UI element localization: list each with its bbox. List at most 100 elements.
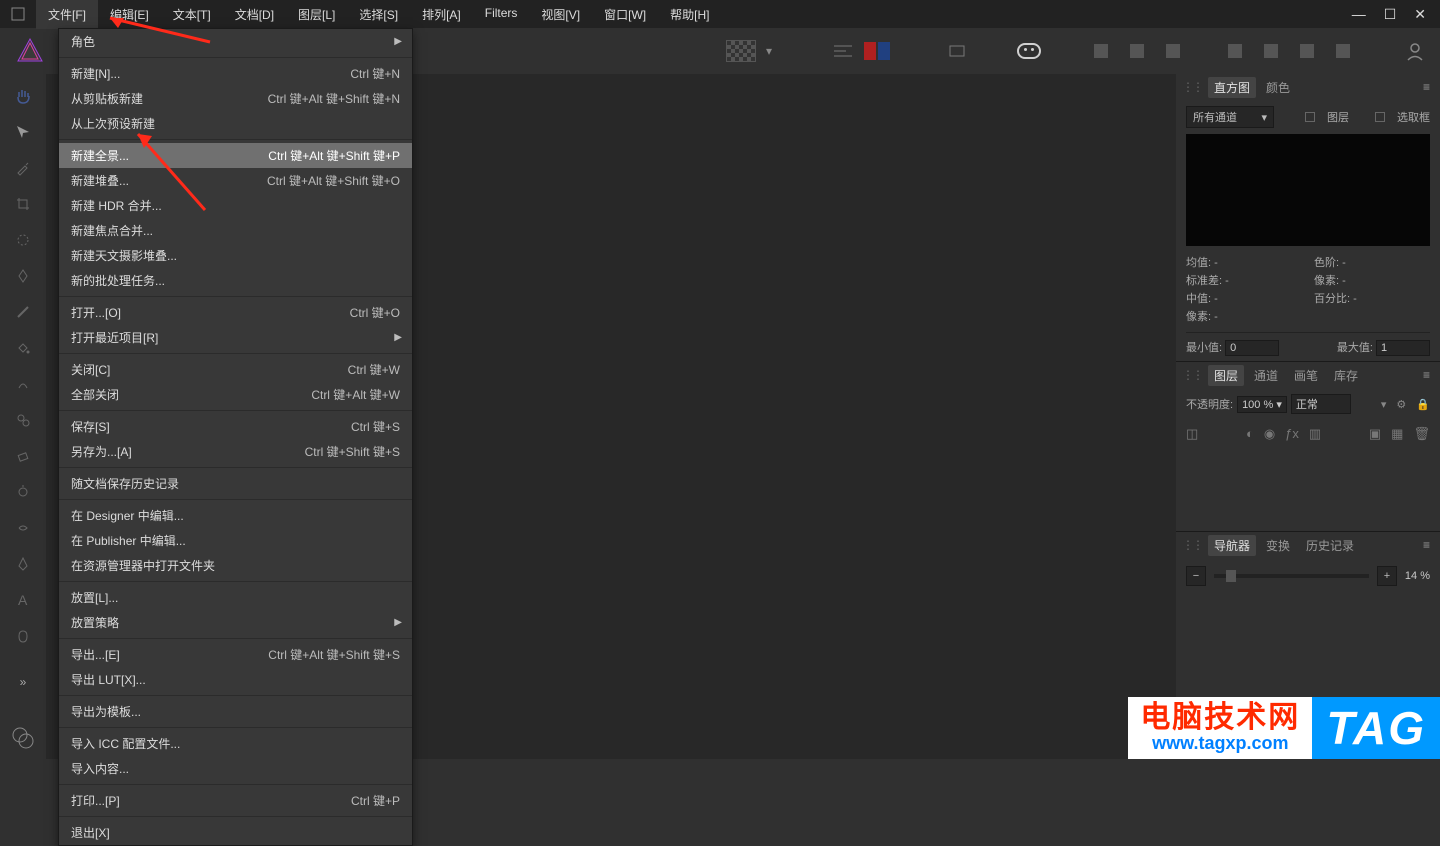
heal-brush-icon[interactable]: [9, 370, 37, 398]
color-pair[interactable]: [864, 42, 890, 60]
menuitem-全部关闭[interactable]: 全部关闭Ctrl 键+Alt 键+W: [59, 382, 412, 407]
menu-选择[interactable]: 选择[S]: [347, 0, 410, 29]
menuitem-从剪贴板新建[interactable]: 从剪贴板新建Ctrl 键+Alt 键+Shift 键+N: [59, 86, 412, 111]
shape-tool-icon[interactable]: [9, 622, 37, 650]
dropdown-caret-icon[interactable]: ▾: [766, 44, 772, 58]
tb-small-6[interactable]: [1292, 36, 1322, 66]
color-selector-icon[interactable]: [9, 724, 37, 752]
menu-文档[interactable]: 文档[D]: [223, 0, 286, 29]
mask-icon[interactable]: ◫: [1186, 426, 1198, 442]
tb-small-2[interactable]: [1122, 36, 1152, 66]
menuitem-新建全景[interactable]: 新建全景...Ctrl 键+Alt 键+Shift 键+P: [59, 143, 412, 168]
menuitem-新的批处理任务[interactable]: 新的批处理任务...: [59, 268, 412, 293]
menuitem-导入内容[interactable]: 导入内容...: [59, 756, 412, 781]
blend-mode-select[interactable]: 正常: [1291, 394, 1351, 414]
tb-small-5[interactable]: [1256, 36, 1286, 66]
snapping-icon[interactable]: [942, 36, 972, 66]
opacity-field[interactable]: 100 % ▾: [1237, 396, 1287, 413]
menuitem-导出e[interactable]: 导出...[E]Ctrl 键+Alt 键+Shift 键+S: [59, 642, 412, 667]
fill-tool-icon[interactable]: [9, 334, 37, 362]
tab-layers[interactable]: 图层: [1208, 365, 1244, 386]
menuitem-随文档保存历史记录[interactable]: 随文档保存历史记录: [59, 471, 412, 496]
channel-select[interactable]: 所有通道▾: [1186, 106, 1274, 128]
menuitem-新建n[interactable]: 新建[N]...Ctrl 键+N: [59, 61, 412, 86]
max-input[interactable]: [1376, 340, 1430, 356]
menuitem-退出x[interactable]: 退出[X]: [59, 820, 412, 845]
menuitem-打开最近项目r[interactable]: 打开最近项目[R]▶: [59, 325, 412, 350]
tab-color[interactable]: 颜色: [1260, 77, 1296, 98]
tab-transform[interactable]: 变换: [1260, 535, 1296, 556]
min-input[interactable]: [1225, 340, 1279, 356]
lock-icon[interactable]: 🔒: [1416, 398, 1430, 411]
panel-menu-icon[interactable]: ≡: [1419, 538, 1434, 552]
tb-small-4[interactable]: [1220, 36, 1250, 66]
caret-icon[interactable]: ▾: [1381, 398, 1387, 411]
menuitem-关闭c[interactable]: 关闭[C]Ctrl 键+W: [59, 357, 412, 382]
menu-视图[interactable]: 视图[V]: [529, 0, 592, 29]
menuitem-放置策略[interactable]: 放置策略▶: [59, 610, 412, 635]
maximize-button[interactable]: ☐: [1384, 6, 1397, 23]
panel-menu-icon[interactable]: ≡: [1419, 368, 1434, 382]
file-menu-dropdown[interactable]: 角色▶ 新建[N]...Ctrl 键+N从剪贴板新建Ctrl 键+Alt 键+Sh…: [58, 28, 413, 846]
menuitem-新建天文摄影堆叠[interactable]: 新建天文摄影堆叠...: [59, 243, 412, 268]
menuitem-新建堆叠[interactable]: 新建堆叠...Ctrl 键+Alt 键+Shift 键+O: [59, 168, 412, 193]
grip-icon[interactable]: ⋮⋮: [1182, 538, 1202, 552]
menuitem-从上次预设新建[interactable]: 从上次预设新建: [59, 111, 412, 136]
dodge-tool-icon[interactable]: [9, 478, 37, 506]
expand-tools-icon[interactable]: »: [9, 668, 37, 696]
panel-menu-icon[interactable]: ≡: [1419, 80, 1434, 94]
menuitem-保存s[interactable]: 保存[S]Ctrl 键+S: [59, 414, 412, 439]
selection-brush-icon[interactable]: [9, 226, 37, 254]
fx-icon[interactable]: ◉: [1264, 426, 1275, 442]
smudge-brush-icon[interactable]: [9, 514, 37, 542]
tab-stock[interactable]: 库存: [1328, 365, 1364, 386]
erase-brush-icon[interactable]: [9, 442, 37, 470]
move-tool-icon[interactable]: [9, 118, 37, 146]
minimize-button[interactable]: —: [1352, 6, 1366, 23]
text-tool-icon[interactable]: A: [9, 586, 37, 614]
crop-tool-icon[interactable]: [9, 190, 37, 218]
flood-select-icon[interactable]: [9, 262, 37, 290]
delete-layer-icon[interactable]: 🗑: [1413, 426, 1430, 442]
menu-filters[interactable]: Filters: [473, 0, 530, 29]
menu-窗口[interactable]: 窗口[W]: [592, 0, 658, 29]
group-icon[interactable]: ▣: [1369, 426, 1381, 442]
menuitem-打开o[interactable]: 打开...[O]Ctrl 键+O: [59, 300, 412, 325]
account-icon[interactable]: [1400, 36, 1430, 66]
menuitem-新建hdr合并[interactable]: 新建 HDR 合并...: [59, 193, 412, 218]
hand-tool-icon[interactable]: [9, 82, 37, 110]
assistant-icon[interactable]: [1014, 36, 1044, 66]
layer-checkbox[interactable]: [1305, 112, 1315, 122]
tb-small-7[interactable]: [1328, 36, 1358, 66]
tab-navigator[interactable]: 导航器: [1208, 535, 1256, 556]
menu-图层[interactable]: 图层[L]: [286, 0, 347, 29]
menuitem-在publisher中编辑[interactable]: 在 Publisher 中编辑...: [59, 528, 412, 553]
menuitem-在资源管理器中打开文件夹[interactable]: 在资源管理器中打开文件夹: [59, 553, 412, 578]
tab-histogram[interactable]: 直方图: [1208, 77, 1256, 98]
tb-small-1[interactable]: [1086, 36, 1116, 66]
menuitem-导出为模板[interactable]: 导出为模板...: [59, 699, 412, 724]
tab-channels[interactable]: 通道: [1248, 365, 1284, 386]
adjust-icon[interactable]: ◐: [1246, 426, 1254, 442]
menuitem-在designer中编辑[interactable]: 在 Designer 中编辑...: [59, 503, 412, 528]
pen-tool-icon[interactable]: [9, 550, 37, 578]
add-layer-icon[interactable]: ▦: [1391, 426, 1403, 442]
menu-帮助[interactable]: 帮助[H]: [658, 0, 721, 29]
menuitem-导入icc配置文件[interactable]: 导入 ICC 配置文件...: [59, 731, 412, 756]
menuitem-导出lutx[interactable]: 导出 LUT[X]...: [59, 667, 412, 692]
grip-icon[interactable]: ⋮⋮: [1182, 80, 1202, 94]
gear-icon[interactable]: ⚙: [1396, 398, 1406, 411]
marquee-checkbox[interactable]: [1375, 112, 1385, 122]
tab-brushes[interactable]: 画笔: [1288, 365, 1324, 386]
zoom-slider[interactable]: [1214, 574, 1369, 578]
menu-文件[interactable]: 文件[F]: [36, 0, 98, 29]
menuitem-放置l[interactable]: 放置[L]...: [59, 585, 412, 610]
zoom-in-button[interactable]: +: [1377, 566, 1397, 586]
grip-icon[interactable]: ⋮⋮: [1182, 368, 1202, 382]
menuitem-打印p[interactable]: 打印...[P]Ctrl 键+P: [59, 788, 412, 813]
menuitem-角色[interactable]: 角色▶: [59, 29, 412, 54]
color-picker-icon[interactable]: [9, 154, 37, 182]
crop-layer-icon[interactable]: ▥: [1309, 426, 1321, 442]
paint-brush-icon[interactable]: [9, 298, 37, 326]
tab-history[interactable]: 历史记录: [1300, 535, 1360, 556]
